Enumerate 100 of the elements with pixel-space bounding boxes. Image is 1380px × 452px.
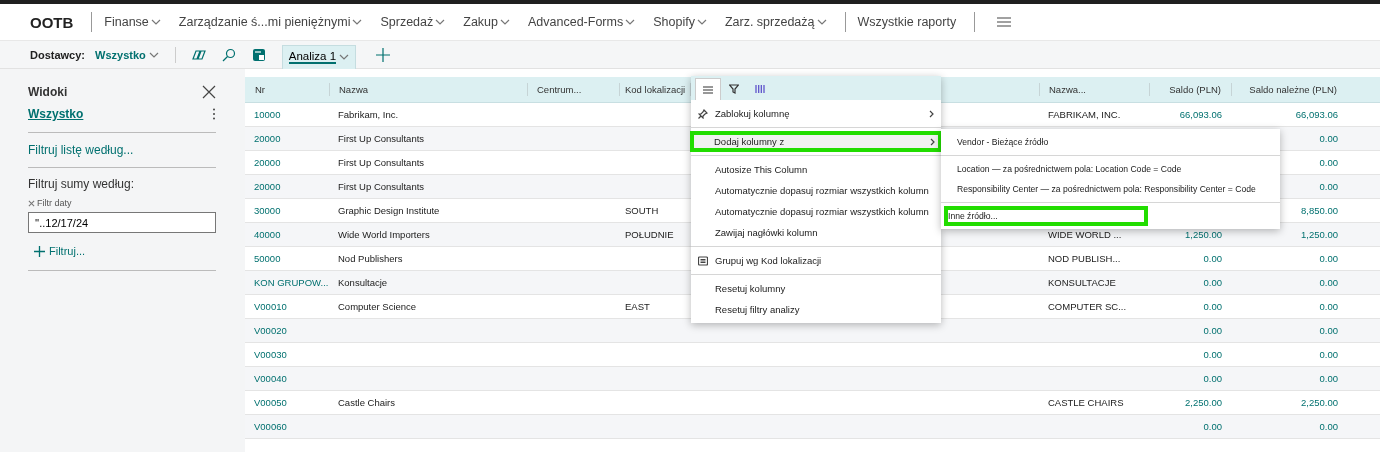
table-cell: 2,250.00 — [1185, 397, 1222, 408]
menu-item[interactable]: Responsibility Center — za pośrednictwem pola: Responsibility Center = Code — [941, 179, 1266, 199]
row-link[interactable]: 40000 — [245, 229, 329, 240]
nav-menu[interactable]: Zakup — [463, 15, 510, 29]
column-header[interactable]: Centrum... — [527, 77, 619, 102]
table-cell-text: CASTLE CHAIRS — [1047, 397, 1125, 408]
chevron-icon — [352, 19, 363, 25]
row-link[interactable]: V00050 — [245, 397, 329, 408]
column-header[interactable]: Saldo (PLN) — [1149, 77, 1231, 102]
chevron-icon — [339, 54, 350, 60]
table-cell-text: Wide World Importers — [337, 229, 431, 240]
table-cell: 2,250.00 — [1301, 397, 1338, 408]
column-header[interactable]: Nazwa — [329, 77, 527, 102]
row-link[interactable]: V00010 — [245, 301, 329, 312]
row-link[interactable]: KON GRUPOW... — [245, 277, 329, 288]
table-cell: 0.00 — [1319, 421, 1338, 432]
table-cell-text: Konsultacje — [337, 277, 389, 288]
table-cell: 0.00 — [1319, 181, 1338, 192]
menu-item[interactable]: Zawijaj nagłówki kolumn — [691, 222, 941, 243]
menu-item[interactable]: Automatycznie dopasuj rozmiar wszystkich kolumn — [691, 180, 941, 201]
field-label: Filtr daty — [37, 198, 72, 208]
app-title[interactable]: OOTB — [30, 13, 74, 31]
row-link[interactable]: V00040 — [245, 373, 329, 384]
table-cell-text: Computer Science — [337, 301, 418, 312]
column-header[interactable]: Kod lokalizacji — [619, 77, 690, 102]
menu-tab[interactable] — [695, 78, 721, 100]
add-icon[interactable] — [376, 47, 391, 62]
column-header[interactable]: Saldo należne (PLN) — [1231, 77, 1347, 102]
column-header[interactable]: Nr — [245, 77, 329, 102]
pin-icon — [698, 108, 708, 119]
row-link[interactable]: 20000 — [245, 133, 329, 144]
view-link[interactable]: Wszystko — [28, 107, 84, 121]
nav-menu[interactable]: Zarz. sprzedażą — [724, 15, 827, 29]
chevron-icon — [696, 19, 707, 25]
menu-item[interactable]: Inne źródło... — [944, 206, 1148, 226]
table-cell: 66,093.06 — [1179, 109, 1222, 120]
view-selector[interactable]: Wszystko — [95, 48, 159, 61]
nav-menu[interactable]: Zarządzanie ś...mi pieniężnymi — [178, 15, 363, 29]
add-filter-link[interactable]: Filtruj... — [34, 245, 216, 257]
table-cell-text: FABRIKAM, INC. — [1047, 109, 1122, 120]
row-link[interactable]: V00020 — [245, 325, 329, 336]
analysis-tab[interactable]: Analiza 1 — [281, 44, 357, 69]
list-icon — [698, 255, 708, 266]
table-cell: 0.00 — [1319, 157, 1338, 168]
columns-icon — [755, 84, 765, 94]
menu-item[interactable]: Resetuj filtry analizy — [691, 299, 941, 320]
table-cell-text: Castle Chairs — [337, 397, 397, 408]
analysis-icon[interactable] — [251, 47, 266, 62]
table-cell: 0.00 — [1319, 301, 1338, 312]
menu-icon[interactable] — [997, 17, 1012, 27]
nav-link[interactable]: Wszystkie raporty — [857, 15, 957, 29]
column-header[interactable]: Nazwa... — [1039, 77, 1149, 102]
table-cell-text: EAST — [624, 301, 651, 312]
table-cell: 0.00 — [1203, 253, 1222, 264]
add-icon — [34, 245, 45, 257]
menu-item[interactable]: Automatycznie dopasuj rozmiar wszystkich kolumn — [691, 201, 941, 222]
menu-item[interactable]: Resetuj kolumny — [691, 278, 941, 299]
table-cell-text: Nod Publishers — [337, 253, 404, 264]
table-cell-text: POŁUDNIE — [624, 229, 675, 240]
nav-menu[interactable]: Shopify — [653, 15, 707, 29]
table-cell-text: SOUTH — [624, 205, 660, 216]
table-cell: 0.00 — [1203, 373, 1222, 384]
table-cell: 0.00 — [1203, 325, 1222, 336]
table-cell-text: First Up Consultants — [337, 157, 426, 168]
more-icon[interactable] — [212, 108, 216, 120]
table-cell-text: Fabrikam, Inc. — [337, 109, 400, 120]
table-cell: 0.00 — [1203, 421, 1222, 432]
menu-item[interactable]: Location — za pośrednictwem pola: Location Code = Code — [941, 159, 1192, 179]
nav-menu[interactable]: Sprzedaż — [380, 15, 446, 29]
chevron-icon — [150, 19, 161, 25]
date-filter-field[interactable]: ''..12/17/24 — [28, 212, 216, 233]
section-label: Filtruj sumy według: — [28, 177, 136, 191]
page-label: Dostawcy: — [30, 48, 86, 61]
menu-item[interactable]: Zablokuj kolumnę — [691, 103, 941, 124]
row-link[interactable]: V00030 — [245, 349, 329, 360]
nav-menu[interactable]: Advanced-Forms — [528, 15, 636, 29]
chevron-icon — [435, 19, 446, 25]
row-link[interactable]: 10000 — [245, 109, 329, 120]
row-link[interactable]: 50000 — [245, 253, 329, 264]
table-cell: 0.00 — [1203, 301, 1222, 312]
nav-menu[interactable]: Finanse — [104, 15, 161, 29]
table-cell: 66,093.06 — [1295, 109, 1338, 120]
row-link[interactable]: 20000 — [245, 157, 329, 168]
table-cell: 0.00 — [1319, 253, 1338, 264]
row-link[interactable]: 30000 — [245, 205, 329, 216]
menu-icon — [703, 84, 713, 95]
table-cell: 0.00 — [1319, 133, 1338, 144]
menu-item[interactable]: Grupuj wg Kod lokalizacji — [691, 250, 941, 271]
close-icon[interactable] — [202, 85, 216, 99]
row-link[interactable]: 20000 — [245, 181, 329, 192]
chevron-icon — [816, 19, 827, 25]
menu-item[interactable]: Vendor - Bieżące źródło — [941, 132, 1059, 152]
filter-list-link[interactable]: Filtruj listę według... — [28, 133, 216, 168]
table-cell-text: Graphic Design Institute — [337, 205, 441, 216]
search-icon[interactable] — [221, 47, 236, 62]
menu-item[interactable]: Dodaj kolumny z — [690, 131, 942, 152]
menu-item[interactable]: Autosize This Column — [691, 159, 941, 180]
table-cell-text: WIDE WORLD ... — [1047, 229, 1123, 240]
remove-icon[interactable] — [28, 199, 35, 207]
row-link[interactable]: V00060 — [245, 421, 329, 432]
